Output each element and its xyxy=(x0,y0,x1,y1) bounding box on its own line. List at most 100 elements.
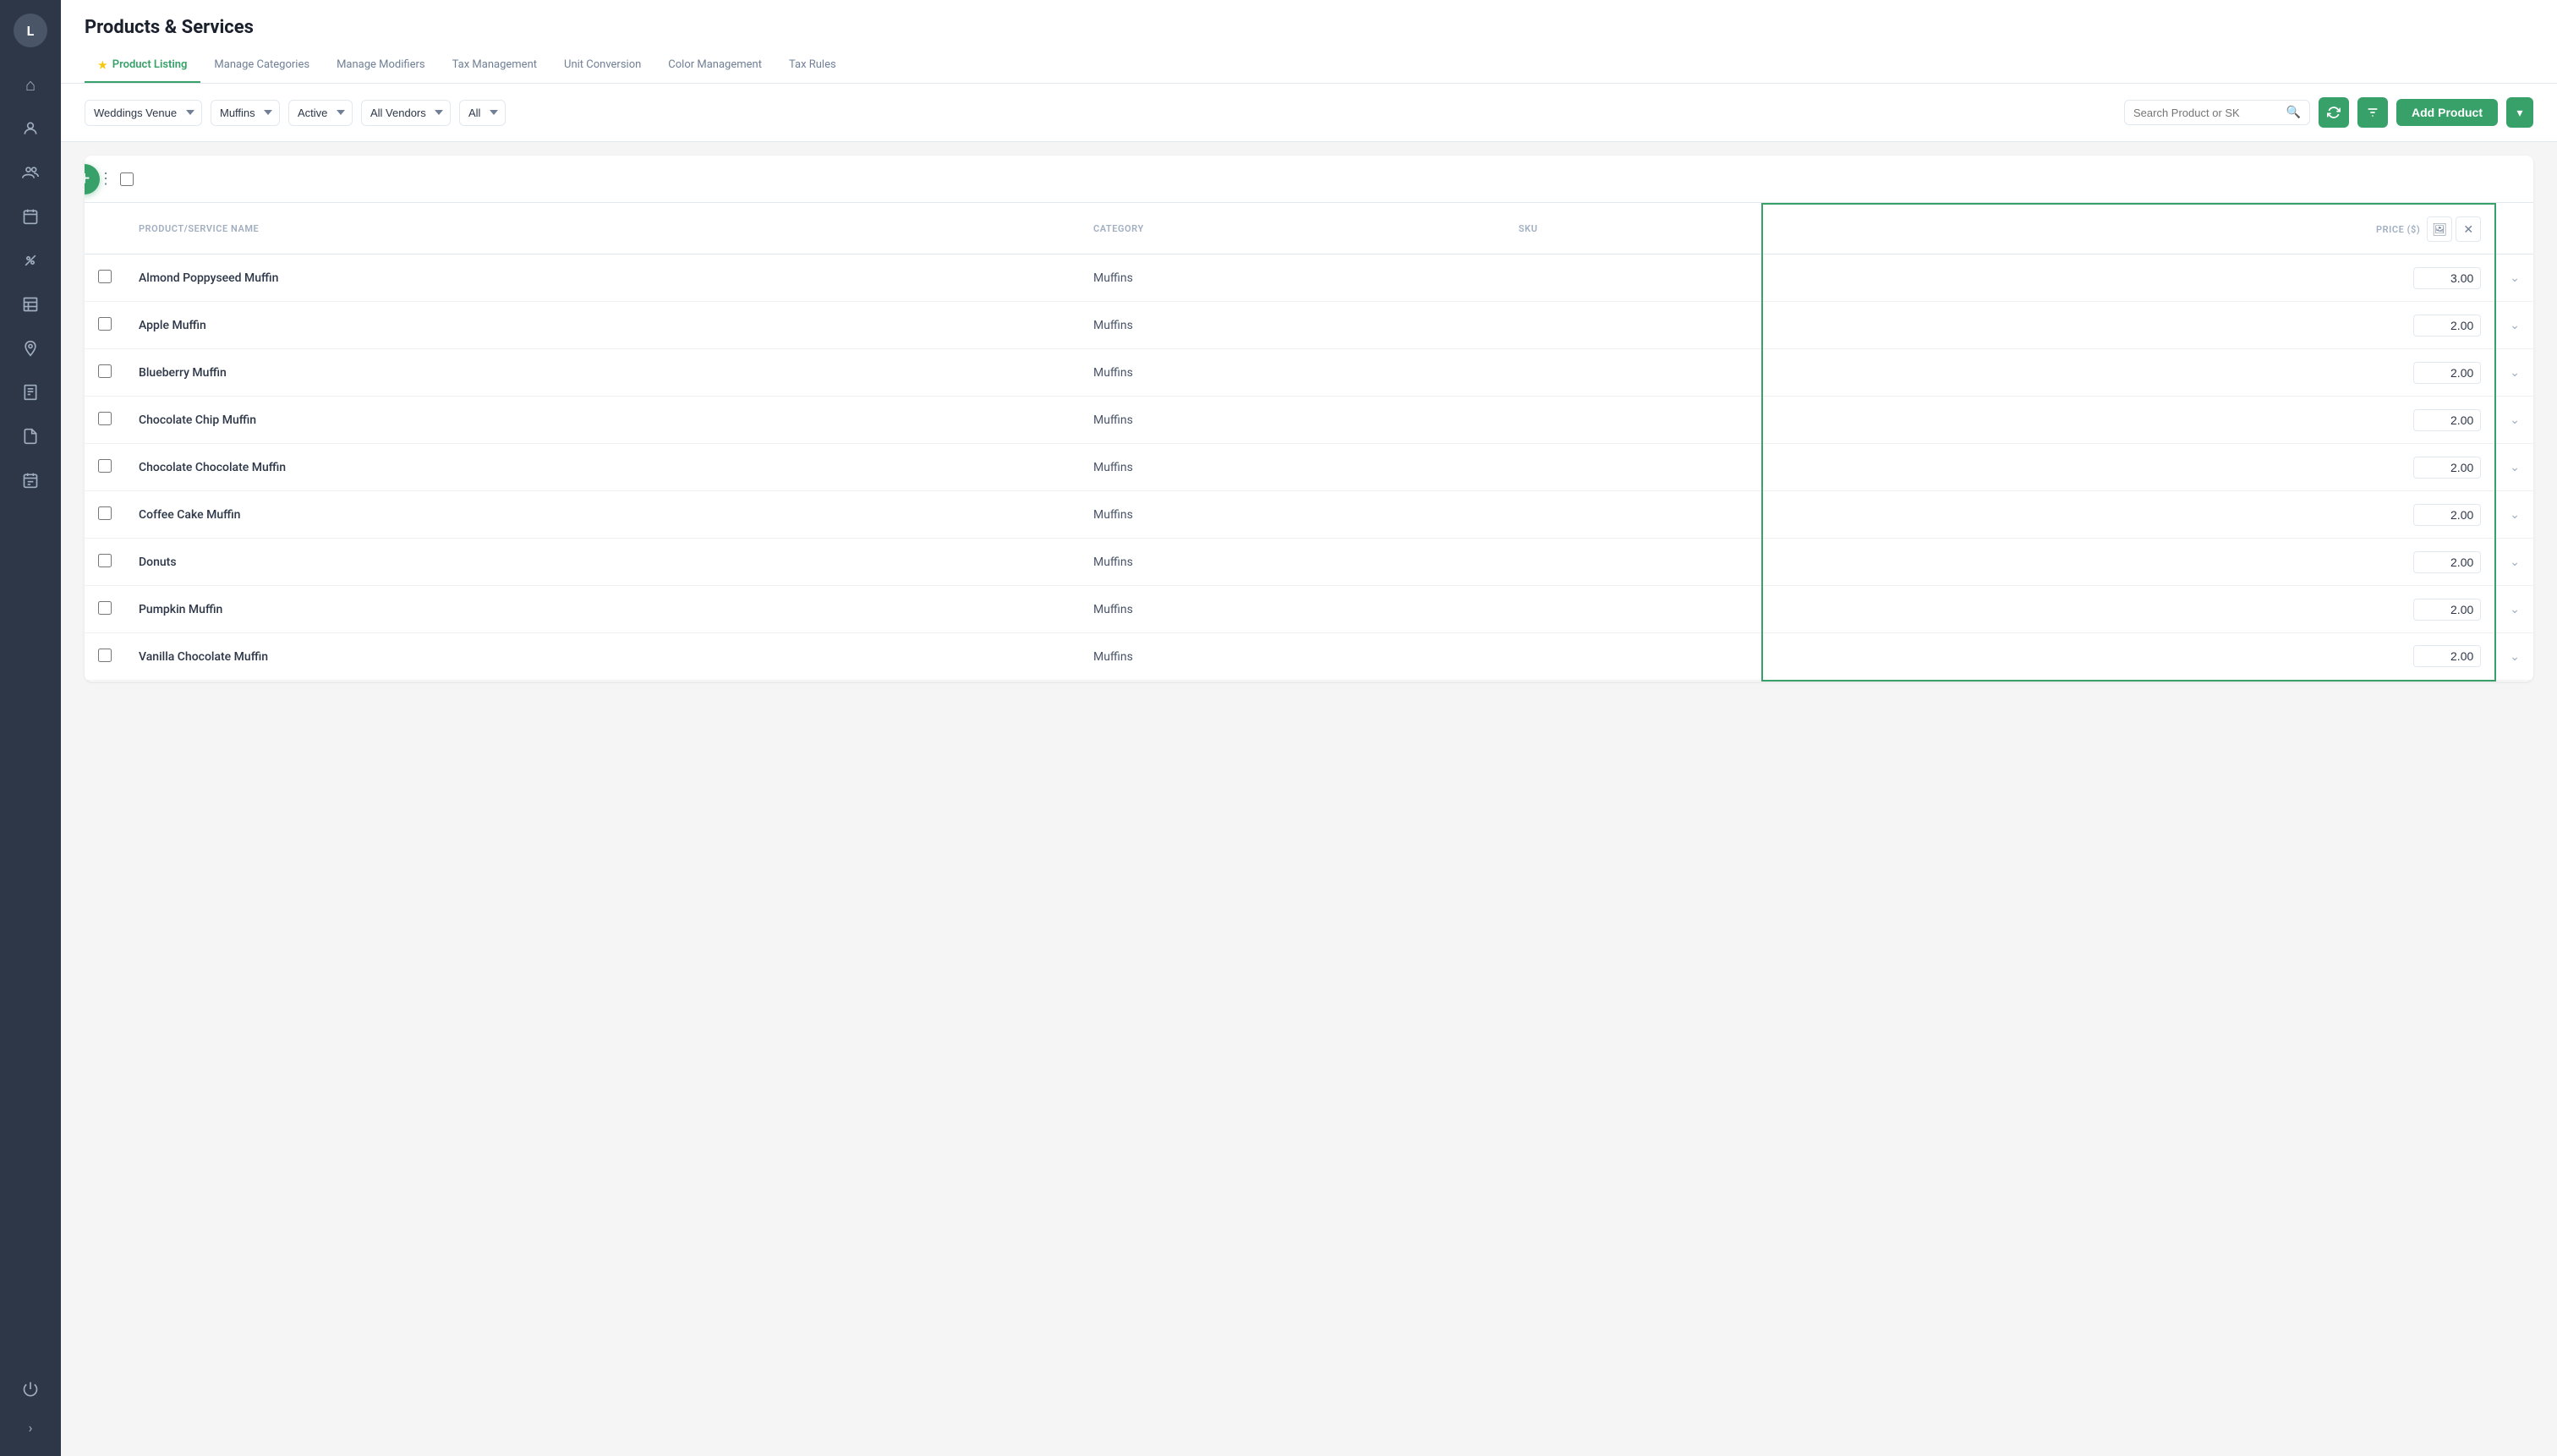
price-input[interactable] xyxy=(2413,267,2481,289)
sidebar-item-location[interactable] xyxy=(10,328,51,369)
row-chevron-icon[interactable]: ⌄ xyxy=(2510,319,2520,332)
row-checkbox-cell xyxy=(85,633,125,681)
row-product-name: Apple Muffin xyxy=(125,302,1080,349)
row-checkbox[interactable] xyxy=(98,601,112,615)
row-chevron-icon[interactable]: ⌄ xyxy=(2510,556,2520,569)
row-expand[interactable]: ⌄ xyxy=(2495,491,2533,539)
row-checkbox[interactable] xyxy=(98,364,112,378)
row-chevron-icon[interactable]: ⌄ xyxy=(2510,271,2520,285)
row-price xyxy=(1762,255,2495,302)
price-input[interactable] xyxy=(2413,409,2481,431)
row-product-name: Coffee Cake Muffin xyxy=(125,491,1080,539)
sidebar-item-team[interactable] xyxy=(10,152,51,193)
price-image-button[interactable]: 🖼 xyxy=(2427,216,2452,242)
sidebar-item-users[interactable] xyxy=(10,108,51,149)
row-category: Muffins xyxy=(1080,444,1505,491)
row-sku xyxy=(1505,539,1762,586)
row-checkbox[interactable] xyxy=(98,270,112,283)
price-input[interactable] xyxy=(2413,362,2481,384)
row-chevron-icon[interactable]: ⌄ xyxy=(2510,461,2520,474)
row-checkbox[interactable] xyxy=(98,506,112,520)
row-checkbox-cell xyxy=(85,444,125,491)
row-expand[interactable]: ⌄ xyxy=(2495,255,2533,302)
filter-button[interactable] xyxy=(2357,97,2388,128)
table-row: Coffee Cake Muffin Muffins ⌄ xyxy=(85,491,2533,539)
sidebar-item-home[interactable]: ⌂ xyxy=(10,64,51,105)
header-sku: SKU xyxy=(1505,204,1762,255)
row-checkbox-cell xyxy=(85,491,125,539)
row-checkbox[interactable] xyxy=(98,412,112,425)
sidebar-item-schedule[interactable] xyxy=(10,460,51,501)
sidebar-nav: ⌂ xyxy=(0,64,61,1369)
refresh-button[interactable] xyxy=(2319,97,2349,128)
row-category: Muffins xyxy=(1080,633,1505,681)
row-expand[interactable]: ⌄ xyxy=(2495,633,2533,681)
price-input[interactable] xyxy=(2413,504,2481,526)
row-checkbox[interactable] xyxy=(98,317,112,331)
search-input[interactable] xyxy=(2133,107,2281,119)
sidebar-item-document[interactable] xyxy=(10,416,51,457)
row-price xyxy=(1762,397,2495,444)
tab-tax-rules[interactable]: Tax Rules xyxy=(775,52,850,83)
tab-manage-categories[interactable]: Manage Categories xyxy=(200,52,323,83)
price-input[interactable] xyxy=(2413,457,2481,479)
row-sku xyxy=(1505,586,1762,633)
tab-product-listing[interactable]: ★ Product Listing xyxy=(85,52,200,83)
add-product-button[interactable]: Add Product xyxy=(2396,99,2498,126)
price-input[interactable] xyxy=(2413,645,2481,667)
table-row: Chocolate Chip Muffin Muffins ⌄ xyxy=(85,397,2533,444)
row-expand[interactable]: ⌄ xyxy=(2495,397,2533,444)
tab-unit-conversion[interactable]: Unit Conversion xyxy=(550,52,654,83)
sidebar-item-power[interactable] xyxy=(10,1369,51,1409)
row-expand[interactable]: ⌄ xyxy=(2495,444,2533,491)
row-checkbox-cell xyxy=(85,255,125,302)
row-category: Muffins xyxy=(1080,349,1505,397)
sidebar-item-reports[interactable] xyxy=(10,284,51,325)
tab-color-management[interactable]: Color Management xyxy=(654,52,775,83)
row-expand[interactable]: ⌄ xyxy=(2495,539,2533,586)
price-input[interactable] xyxy=(2413,551,2481,573)
products-table: + ⋮ PRODUCT/SERVICE NAME CATEGORY SKU PR… xyxy=(85,156,2533,681)
tab-manage-modifiers[interactable]: Manage Modifiers xyxy=(323,52,439,83)
row-chevron-icon[interactable]: ⌄ xyxy=(2510,413,2520,427)
price-input[interactable] xyxy=(2413,599,2481,621)
user-avatar[interactable]: L xyxy=(14,14,47,47)
header-product-name: PRODUCT/SERVICE NAME xyxy=(125,204,1080,255)
venue-filter[interactable]: Weddings Venue xyxy=(85,100,202,126)
sidebar-item-invoice[interactable] xyxy=(10,372,51,413)
sidebar-item-calendar[interactable] xyxy=(10,196,51,237)
price-close-button[interactable]: ✕ xyxy=(2456,216,2481,242)
float-add-button[interactable]: + xyxy=(85,164,100,194)
row-chevron-icon[interactable]: ⌄ xyxy=(2510,603,2520,616)
row-category: Muffins xyxy=(1080,586,1505,633)
type-filter[interactable]: All xyxy=(459,100,506,126)
row-expand[interactable]: ⌄ xyxy=(2495,302,2533,349)
dots-menu[interactable]: ⋮ xyxy=(98,170,113,188)
row-chevron-icon[interactable]: ⌄ xyxy=(2510,508,2520,522)
search-icon: 🔍 xyxy=(2286,106,2301,119)
row-chevron-icon[interactable]: ⌄ xyxy=(2510,366,2520,380)
row-chevron-icon[interactable]: ⌄ xyxy=(2510,650,2520,664)
select-all-checkbox[interactable] xyxy=(120,172,134,186)
vendor-filter[interactable]: All Vendors xyxy=(361,100,451,126)
row-category: Muffins xyxy=(1080,397,1505,444)
row-expand[interactable]: ⌄ xyxy=(2495,349,2533,397)
add-product-dropdown-button[interactable]: ▾ xyxy=(2506,97,2533,128)
sidebar-item-discount[interactable] xyxy=(10,240,51,281)
row-category: Muffins xyxy=(1080,302,1505,349)
row-checkbox[interactable] xyxy=(98,459,112,473)
price-input[interactable] xyxy=(2413,315,2481,337)
row-checkbox-cell xyxy=(85,302,125,349)
status-filter[interactable]: Active xyxy=(288,100,353,126)
row-expand[interactable]: ⌄ xyxy=(2495,586,2533,633)
tab-tax-management[interactable]: Tax Management xyxy=(439,52,550,83)
row-product-name: Donuts xyxy=(125,539,1080,586)
table-row: Apple Muffin Muffins ⌄ xyxy=(85,302,2533,349)
star-icon: ★ xyxy=(98,59,107,71)
sidebar-expand-icon[interactable]: › xyxy=(22,1413,40,1442)
row-checkbox[interactable] xyxy=(98,554,112,567)
row-sku xyxy=(1505,349,1762,397)
row-checkbox[interactable] xyxy=(98,649,112,662)
category-filter[interactable]: Muffins xyxy=(211,100,280,126)
row-price xyxy=(1762,633,2495,681)
